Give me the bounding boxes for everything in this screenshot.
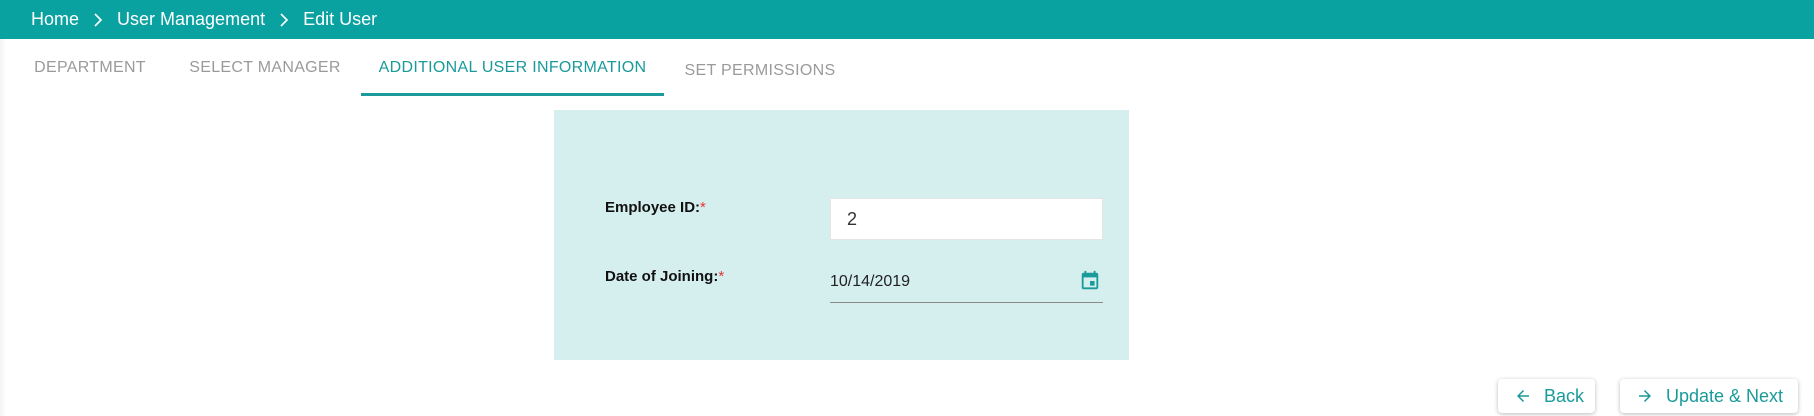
wizard-tabs: DEPARTMENT SELECT MANAGER ADDITIONAL USE… (0, 39, 1814, 97)
employee-id-input[interactable] (830, 198, 1103, 240)
arrow-right-icon (1639, 390, 1651, 402)
back-button-label: Back (1544, 385, 1585, 406)
active-tab-indicator (361, 93, 664, 96)
update-next-button-label: Update & Next (1666, 385, 1784, 406)
breadcrumb-current: Edit User (303, 9, 378, 29)
breadcrumb-user-management[interactable]: User Management (117, 9, 265, 30)
required-marker: * (718, 268, 725, 285)
chevron-right-icon (91, 12, 105, 27)
arrow-left-icon (1517, 390, 1529, 402)
date-of-joining-field[interactable]: 10/14/2019 (830, 266, 1103, 303)
top-bar: Home User Management Edit User (0, 0, 1814, 39)
employee-id-label: Employee ID:* (605, 199, 706, 216)
back-button[interactable]: Back (1498, 379, 1595, 413)
date-of-joining-value: 10/14/2019 (830, 273, 911, 290)
tab-set-permissions[interactable]: SET PERMISSIONS (680, 42, 840, 100)
calendar-icon[interactable] (1079, 270, 1101, 292)
tab-select-manager[interactable]: SELECT MANAGER (180, 39, 350, 97)
date-of-joining-label: Date of Joining:* (605, 268, 725, 285)
tab-department[interactable]: DEPARTMENT (24, 39, 156, 97)
tab-additional-user-information[interactable]: ADDITIONAL USER INFORMATION (361, 39, 664, 97)
required-marker: * (700, 199, 706, 216)
breadcrumb-home[interactable]: Home (31, 9, 79, 30)
chevron-right-icon (277, 12, 291, 27)
update-next-button[interactable]: Update & Next (1620, 379, 1798, 413)
